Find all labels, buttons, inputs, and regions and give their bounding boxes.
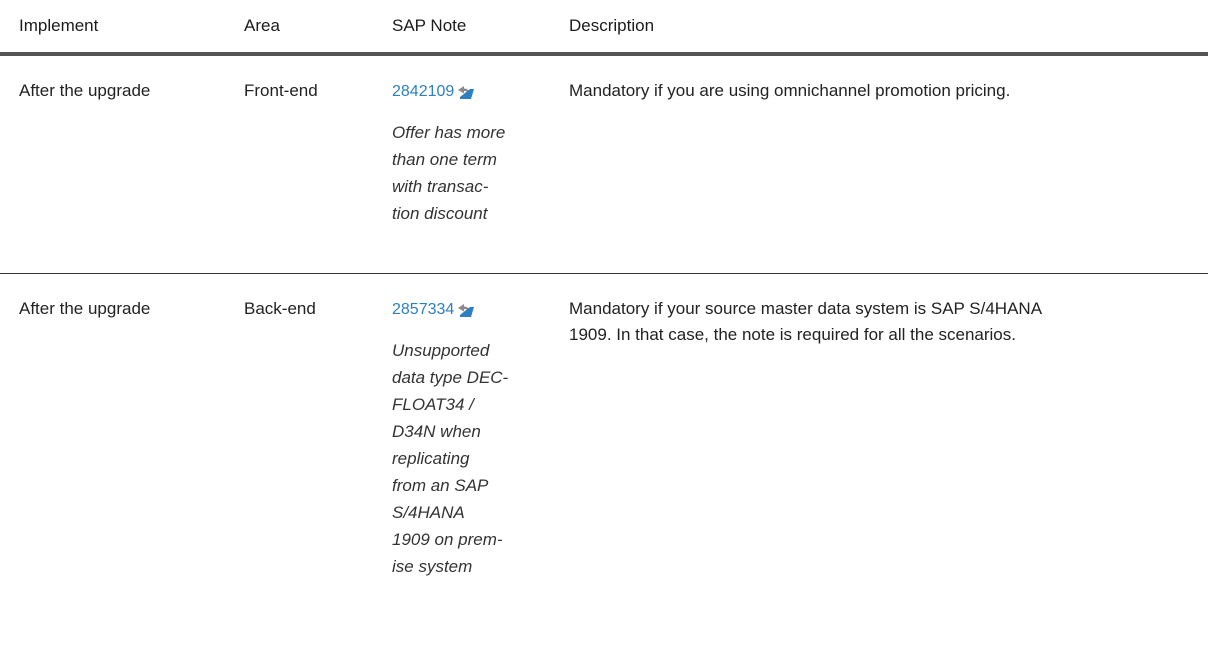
note-title-line: Offer has more (392, 123, 506, 142)
header-sap-note: SAP Note (392, 16, 467, 35)
note-title-line: tion discount (392, 204, 488, 223)
sap-note-cell: 2857334 Unsupported data type DEC- FLOAT… (392, 296, 562, 580)
area-cell: Back-end (244, 299, 316, 318)
sap-notes-table: Implement Area SAP Note Description Afte… (0, 0, 1208, 666)
description-line: Mandatory if your source master data sys… (569, 299, 1043, 318)
table-row: After the upgrade Front-end 2842109 Offe… (0, 56, 1208, 274)
note-title-line: S/4HANA (392, 503, 465, 522)
external-link-icon (458, 86, 475, 99)
sap-note-link[interactable]: 2842109 (392, 79, 475, 105)
external-link-icon (458, 304, 475, 317)
note-title-line: than one term (392, 150, 497, 169)
table-header-row: Implement Area SAP Note Description (0, 0, 1208, 56)
note-title-line: data type DEC- (392, 368, 509, 387)
note-title-line: D34N when (392, 422, 481, 441)
description-cell: Mandatory if you are using omnichannel p… (569, 81, 1011, 100)
description-line: 1909. In that case, the note is required… (569, 325, 1016, 344)
note-title-line: 1909 on prem- (392, 530, 503, 549)
note-title-line: ise system (392, 557, 473, 576)
area-cell: Front-end (244, 81, 318, 100)
header-implement: Implement (19, 16, 99, 35)
sap-note-number: 2842109 (392, 83, 455, 100)
implement-cell: After the upgrade (19, 81, 151, 100)
table-row: After the upgrade Back-end 2857334 Unsup… (0, 274, 1208, 666)
sap-note-number: 2857334 (392, 301, 455, 318)
note-title-line: from an SAP (392, 476, 489, 495)
header-description: Description (569, 16, 655, 35)
implement-cell: After the upgrade (19, 299, 151, 318)
sap-note-link[interactable]: 2857334 (392, 297, 475, 323)
note-title-line: FLOAT34 / (392, 395, 474, 414)
note-title-line: Unsupported (392, 341, 490, 360)
description-cell: Mandatory if your source master data sys… (569, 296, 1189, 348)
note-title-line: replicating (392, 449, 470, 468)
sap-note-title: Offer has more than one term with transa… (392, 119, 562, 227)
sap-note-cell: 2842109 Offer has more than one term wit… (392, 78, 562, 227)
note-title-line: with transac- (392, 177, 489, 196)
header-area: Area (244, 16, 280, 35)
sap-note-title: Unsupported data type DEC- FLOAT34 / D34… (392, 337, 562, 580)
